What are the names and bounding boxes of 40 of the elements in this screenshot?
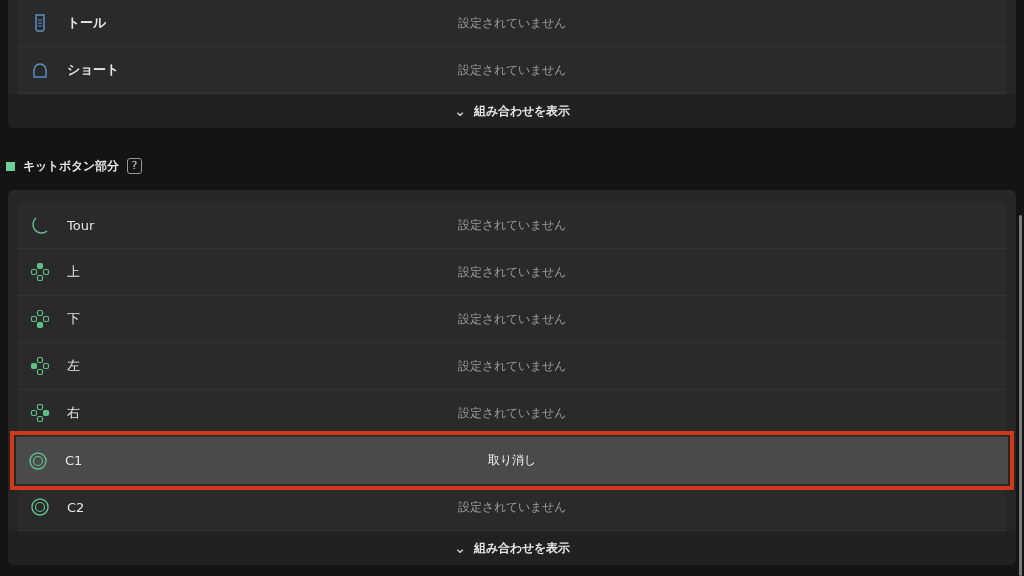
- binding-value: 設定されていません: [458, 310, 566, 328]
- binding-value: 設定されていません: [458, 498, 566, 516]
- scrollbar-thumb[interactable]: [1018, 215, 1022, 576]
- dpad-icon: [30, 356, 50, 376]
- binding-value: 設定されていません: [458, 14, 566, 32]
- button-name: 下: [67, 310, 80, 328]
- binding-row[interactable]: 上 設定されていません: [18, 249, 1006, 296]
- binding-value: 取り消し: [488, 452, 536, 469]
- binding-value: 設定されていません: [458, 404, 566, 422]
- binding-row[interactable]: C2 設定されていません: [18, 484, 1006, 531]
- binding-row[interactable]: ショート 設定されていません: [18, 47, 1006, 94]
- button-name: ショート: [67, 61, 119, 79]
- button-name: 左: [67, 357, 80, 375]
- short-device-icon: [30, 60, 50, 80]
- button-name: C2: [67, 499, 85, 515]
- button-name: C1: [65, 453, 83, 468]
- circle-button-icon: [28, 450, 48, 471]
- section-title: キットボタン部分: [23, 157, 119, 175]
- section-marker-icon: [6, 161, 15, 171]
- binding-row[interactable]: 右 設定されていません: [18, 390, 1006, 437]
- dpad-icon: [30, 309, 50, 329]
- show-combinations-button[interactable]: ⌄ 組み合わせを表示: [8, 94, 1016, 128]
- dpad-icon: [30, 403, 50, 423]
- show-combinations-button[interactable]: ⌄ 組み合わせを表示: [8, 531, 1016, 565]
- button-name: Tour: [67, 217, 95, 233]
- binding-value: 設定されていません: [458, 357, 566, 375]
- crescent-icon: [30, 215, 50, 235]
- binding-value: 設定されていません: [458, 263, 566, 281]
- button-name: トール: [67, 14, 106, 32]
- help-icon[interactable]: ?: [127, 158, 142, 174]
- circle-button-icon: [30, 497, 50, 517]
- button-name: 右: [67, 404, 80, 422]
- binding-row[interactable]: 左 設定されていません: [18, 343, 1006, 390]
- binding-row[interactable]: トール 設定されていません: [18, 0, 1006, 47]
- binding-value: 設定されていません: [458, 216, 566, 234]
- button-name: 上: [67, 263, 80, 281]
- dpad-icon: [30, 262, 50, 282]
- binding-row[interactable]: 下 設定されていません: [18, 296, 1006, 343]
- binding-value: 設定されていません: [458, 61, 566, 79]
- binding-row[interactable]: Tour 設定されていません: [18, 202, 1006, 249]
